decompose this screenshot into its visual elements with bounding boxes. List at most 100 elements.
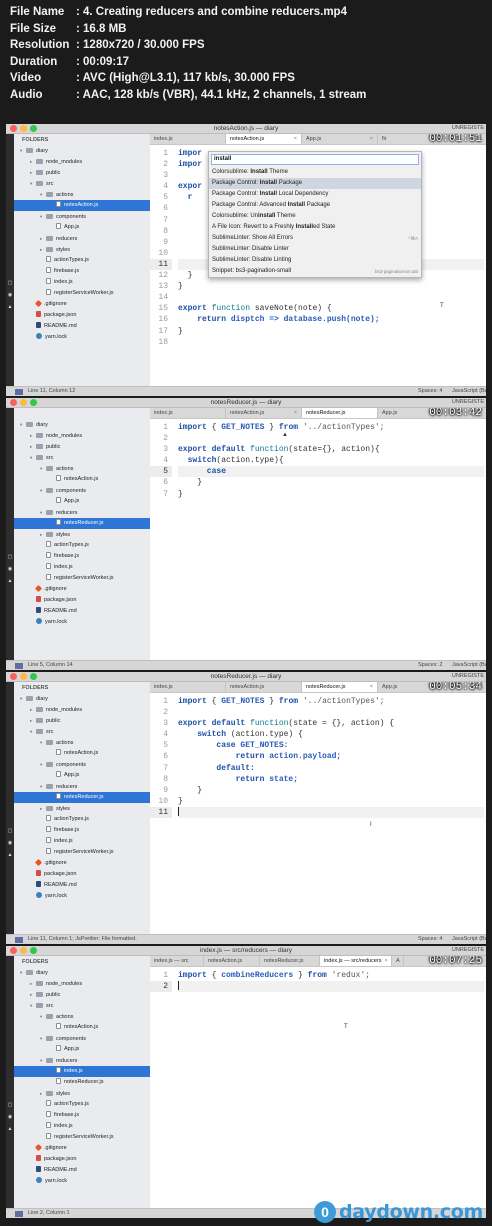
code-line[interactable]: } [178,281,484,292]
tree-item[interactable]: ▾ reducers [14,507,150,518]
tree-item[interactable]: registerServiceWorker.js [14,573,150,584]
tree-item[interactable]: package.json [14,595,150,606]
tree-item[interactable]: yarn.lock [14,1176,150,1187]
tree-item[interactable]: registerServiceWorker.js [14,1132,150,1143]
editor-pane[interactable]: index.js — src notesAction.js notesReducer… [150,956,486,1208]
editor-tab[interactable]: notesReducer.js × [302,682,378,692]
panel-toggle-icon[interactable] [15,937,23,943]
dock-warning-icon[interactable]: ▲ [7,1126,13,1132]
code-line[interactable] [178,981,484,993]
tree-item[interactable]: .gitignore [14,858,150,869]
editor-tab[interactable]: fir [378,134,434,144]
editor-tab[interactable]: App.js × [302,134,378,144]
tree-item[interactable]: notesAction.js [14,474,150,485]
tree-item[interactable]: ▾ reducers [14,1055,150,1066]
tree-item[interactable]: ▾ actions [14,1011,150,1022]
editor-tab[interactable]: index.js [150,408,226,418]
tree-item[interactable]: actionTypes.js [14,540,150,551]
tree-item[interactable]: actionTypes.js [14,255,150,266]
tree-item[interactable]: firebase.js [14,825,150,836]
command-palette-item[interactable]: SublimeLinter: Disable Linter [209,244,421,255]
editor-tab[interactable]: notesAction.js × [226,408,302,418]
code-line[interactable]: } [178,489,484,500]
close-icon[interactable]: × [291,408,297,418]
tree-item[interactable]: ▸ node_modules [14,704,150,715]
tree-item[interactable]: ▸ styles [14,529,150,540]
command-palette-item[interactable]: Colorsublime: Uninstall Theme [209,211,421,222]
editor-pane[interactable]: index.js notesAction.js × App.js × fir 00:01:5… [150,134,486,386]
tree-item[interactable]: notesReducer.js [14,792,150,803]
command-palette-item[interactable]: SublimeLinter: Disable Linting [209,255,421,266]
tree-item[interactable]: ▸ styles [14,244,150,255]
code-line[interactable] [178,806,484,819]
code-line[interactable]: return disptch => database.push(note); [178,314,484,325]
tree-item[interactable]: notesReducer.js [14,518,150,529]
panel-toggle-icon[interactable] [15,389,23,395]
code-line[interactable]: import { GET_NOTES } from '../actionType… [178,696,484,707]
close-icon[interactable] [196,956,199,966]
tree-item[interactable]: yarn.lock [14,891,150,902]
close-icon[interactable]: × [381,956,387,966]
tree-item[interactable]: registerServiceWorker.js [14,288,150,299]
close-icon[interactable] [312,956,315,966]
tree-item[interactable]: firebase.js [14,1110,150,1121]
code-line[interactable]: } [178,785,484,796]
tree-item[interactable]: ▾ components [14,211,150,222]
code-line[interactable] [178,337,484,348]
close-icon[interactable]: × [291,134,297,144]
editor-tab[interactable]: A [392,956,404,966]
tree-item[interactable]: index.js [14,836,150,847]
dock-warning-icon[interactable]: ▲ [7,578,13,584]
code-line[interactable]: case [178,466,484,478]
editor-tab[interactable]: App.js [378,408,434,418]
code-line[interactable]: import { combineReducers } from 'redux'; [178,970,484,981]
code-line[interactable] [178,433,484,444]
code-line[interactable]: export default function(state = {}, acti… [178,718,484,729]
tree-item[interactable]: ▾ actions [14,463,150,474]
status-syntax[interactable]: JavaScript (Ba [452,936,486,942]
tree-item[interactable]: ▾ src [14,178,150,189]
tree-item[interactable]: yarn.lock [14,617,150,628]
code-line[interactable] [178,292,484,303]
tree-item[interactable]: ▾ src [14,1000,150,1011]
editor-tab[interactable]: notesReducer.js [260,956,320,966]
tree-item[interactable]: notesAction.js [14,748,150,759]
status-indentation[interactable]: Spaces: 2 [418,662,442,668]
code-line[interactable]: export function saveNote(note) { [178,303,484,314]
code-line[interactable]: case GET_NOTES: [178,740,484,751]
tree-item[interactable]: .gitignore [14,1143,150,1154]
tree-item[interactable]: firebase.js [14,266,150,277]
command-palette-item[interactable]: SublimeLinter: Show All Errors ^⌘A [209,233,421,244]
tree-item[interactable]: .gitignore [14,584,150,595]
dock-record-icon[interactable]: ◉ [7,1114,13,1120]
code-area[interactable]: import { GET_NOTES } from '../actionType… [178,422,484,500]
tree-item[interactable]: README.md [14,880,150,891]
tree-item[interactable]: App.js [14,770,150,781]
command-palette-item[interactable]: Package Control: Advanced Install Packag… [209,200,421,211]
tree-item[interactable]: index.js [14,277,150,288]
tree-item[interactable]: notesReducer.js [14,1077,150,1088]
command-palette[interactable]: install Colorsublime: Install Theme Packag… [208,151,422,278]
tree-item[interactable]: ▾ components [14,759,150,770]
tree-item[interactable]: ▸ public [14,989,150,1000]
close-icon[interactable] [370,408,373,418]
tree-item[interactable]: App.js [14,222,150,233]
editor-tab[interactable]: index.js — src/reducers × [320,956,392,966]
editor-tab[interactable]: index.js — src [150,956,204,966]
tree-item[interactable]: ▾ components [14,485,150,496]
dock-app-icon[interactable]: ▢ [7,828,13,834]
tree-item[interactable]: notesAction.js [14,200,150,211]
tree-item[interactable]: App.js [14,496,150,507]
close-icon[interactable] [294,682,297,692]
tree-item[interactable]: ▾ src [14,452,150,463]
dock-app-icon[interactable]: ▢ [7,554,13,560]
code-line[interactable]: import { GET_NOTES } from '../actionType… [178,422,484,433]
command-palette-input[interactable]: install [211,154,419,165]
code-line[interactable]: return state; [178,774,484,785]
code-line[interactable]: default: [178,763,484,774]
command-palette-item[interactable]: Colorsublime: Install Theme [209,167,421,178]
status-indentation[interactable]: Spaces: 4 [418,936,442,942]
editor-tab[interactable]: index.js [150,682,226,692]
tree-item[interactable]: index.js [14,1066,150,1077]
dock-record-icon[interactable]: ◉ [7,566,13,572]
